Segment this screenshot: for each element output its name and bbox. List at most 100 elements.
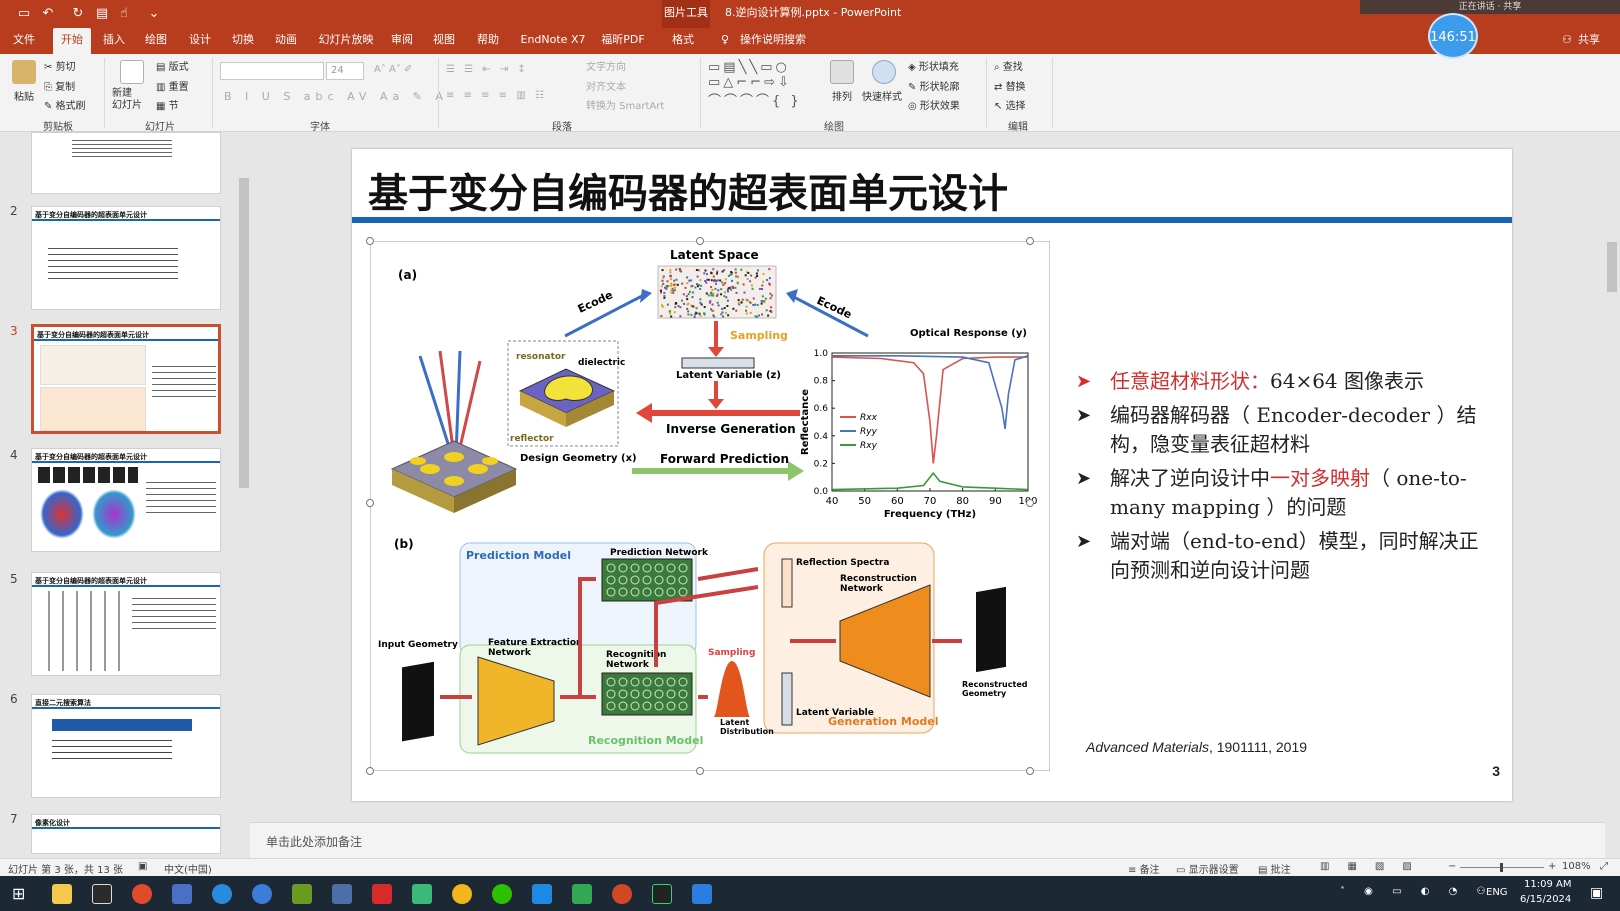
app-red-icon[interactable]	[132, 884, 152, 904]
powerpoint-icon[interactable]	[612, 884, 632, 904]
touch-mode-icon[interactable]: ☝	[116, 6, 132, 22]
notes-placeholder[interactable]: 单击此处添加备注	[266, 833, 362, 850]
thumbnail-6[interactable]: 直接二元搜索算法	[31, 694, 221, 798]
figure-image[interactable]: (a) Latent Space Ecode Ecode Sampling La…	[370, 241, 1050, 771]
shape-outline-button[interactable]: ✎ 形状轮廓	[908, 78, 960, 93]
shape-fill-button[interactable]: ◈ 形状填充	[908, 58, 959, 73]
quick-styles-button[interactable]: 快速样式	[862, 88, 902, 103]
app-photos-icon[interactable]	[692, 884, 712, 904]
thumbnail-4[interactable]: 基于变分自编码器的超表面单元设计	[31, 448, 221, 552]
tab-view[interactable]: 视图	[428, 28, 460, 54]
font-format-buttons[interactable]: B I U S abc AV Aa ✎ A	[224, 90, 448, 103]
thumbnail-2[interactable]: 基于变分自编码器的超表面单元设计	[31, 206, 221, 310]
slide-title[interactable]: 基于变分自编码器的超表面单元设计	[368, 161, 1008, 219]
replace-button[interactable]: ⇄ 替换	[994, 78, 1026, 93]
tab-foxit-pdf[interactable]: 福昕PDF	[598, 28, 648, 54]
copy-button[interactable]: ⎘ 复制	[44, 78, 75, 93]
pycharm-icon[interactable]	[652, 884, 672, 904]
arrange-icon[interactable]	[830, 60, 854, 84]
resize-handle[interactable]	[366, 499, 374, 507]
shape-effects-button[interactable]: ◎ 形状效果	[908, 97, 960, 112]
grow-font-icon[interactable]: A˄ A˅ ✐	[374, 64, 412, 75]
undo-icon[interactable]: ↶	[40, 6, 56, 22]
slide-scrollbar[interactable]	[1604, 132, 1620, 822]
app-green-icon[interactable]	[412, 884, 432, 904]
font-size-box[interactable]: 24	[326, 62, 364, 80]
thumbnail-3-active[interactable]: 基于变分自编码器的超表面单元设计	[31, 324, 221, 434]
input-language[interactable]: ENG	[1486, 887, 1508, 898]
app-s-icon[interactable]	[252, 884, 272, 904]
quick-styles-icon[interactable]	[872, 60, 896, 84]
thumbnail-7[interactable]: 像素化设计	[31, 814, 221, 854]
app-network-icon[interactable]	[332, 884, 352, 904]
meeting-banner[interactable]: 正在讲话 · 共享	[1360, 0, 1620, 14]
text-direction-button[interactable]: 文字方向	[586, 58, 626, 73]
tab-insert[interactable]: 插入	[98, 28, 130, 54]
zoom-slider-thumb[interactable]	[1500, 863, 1503, 872]
bullet-list[interactable]: ➤ 任意超材料形状：64×64 图像表示 ➤ 编码器解码器（ Encoder-d…	[1076, 367, 1496, 590]
new-slide-button[interactable]: 新建 幻灯片	[112, 88, 142, 112]
app-lambda-icon[interactable]	[292, 884, 312, 904]
tab-review[interactable]: 审阅	[386, 28, 418, 54]
app-x-icon[interactable]	[92, 884, 112, 904]
meeting-timer[interactable]: 146:51	[1428, 13, 1478, 59]
resize-handle[interactable]	[366, 767, 374, 775]
thumbnail-scrollbar[interactable]	[238, 138, 250, 858]
zoom-out-button[interactable]: −	[1448, 861, 1456, 872]
system-tray-icons[interactable]: ˄ ◉ ▭ ◐ ◔ ⚇	[1340, 886, 1493, 897]
shapes-gallery[interactable]: ▭▤╲╲▭○ ▭△⌐⌐⇨⇩ ⌒⌒⌒⌒{ }	[708, 60, 802, 109]
align-text-button[interactable]: 对齐文本	[586, 78, 626, 93]
comments-button[interactable]: ▤ 批注	[1258, 861, 1291, 876]
scrollbar-thumb[interactable]	[239, 178, 249, 488]
view-buttons[interactable]: ▥▦▧▨	[1320, 861, 1430, 872]
wechat-icon[interactable]	[492, 884, 512, 904]
layout-button[interactable]: ▤ 版式	[156, 58, 189, 73]
paste-label[interactable]: 粘贴	[14, 88, 34, 103]
tell-me-search[interactable]: 操作说明搜索	[738, 28, 808, 54]
convert-smartart-button[interactable]: 转换为 SmartArt	[586, 97, 664, 112]
notes-toggle[interactable]: ≡ 备注	[1128, 861, 1160, 876]
section-button[interactable]: ▦ 节	[156, 97, 179, 112]
spreadsheet-icon[interactable]	[572, 884, 592, 904]
language-indicator[interactable]: 中文(中国)	[164, 861, 212, 876]
youdao-icon[interactable]	[372, 884, 392, 904]
tab-animations[interactable]: 动画	[270, 28, 302, 54]
cut-button[interactable]: ✂ 剪切	[44, 58, 76, 73]
file-explorer-icon[interactable]	[52, 884, 72, 904]
windows-start-icon[interactable]: ⊞	[12, 884, 25, 903]
tab-draw[interactable]: 绘图	[140, 28, 172, 54]
resize-handle[interactable]	[696, 237, 704, 245]
paste-icon[interactable]	[12, 60, 36, 84]
resize-handle[interactable]	[1026, 767, 1034, 775]
tab-design[interactable]: 设计	[184, 28, 216, 54]
clock-time[interactable]: 11:09 AM	[1524, 879, 1571, 890]
zoom-in-button[interactable]: +	[1548, 861, 1556, 872]
redo-icon[interactable]: ↻	[70, 6, 86, 22]
resize-handle[interactable]	[366, 237, 374, 245]
font-name-box[interactable]	[220, 62, 324, 80]
tab-slideshow[interactable]: 幻灯片放映	[316, 28, 376, 54]
customize-toolbar-icon[interactable]: ⌄	[146, 6, 162, 22]
slide-canvas[interactable]: 基于变分自编码器的超表面单元设计 (a) Latent Space Ecode …	[352, 149, 1512, 801]
scrollbar-thumb[interactable]	[1607, 242, 1617, 292]
notifications-icon[interactable]: ▣	[1590, 885, 1603, 901]
zoom-level[interactable]: 108%	[1562, 861, 1591, 872]
notes-pane[interactable]: 单击此处添加备注	[250, 822, 1605, 858]
align-buttons[interactable]: ≡ ≡ ≡ ≡ ▥ ☷	[446, 90, 547, 101]
format-painter-button[interactable]: ✎ 格式刷	[44, 97, 86, 112]
thumbnail-1[interactable]	[31, 132, 221, 194]
select-button[interactable]: ↖ 选择	[994, 97, 1026, 112]
display-settings-button[interactable]: ▭ 显示器设置	[1176, 861, 1239, 876]
tab-help[interactable]: 帮助	[472, 28, 504, 54]
thumbnail-5[interactable]: 基于变分自编码器的超表面单元设计	[31, 572, 221, 676]
spellcheck-icon[interactable]: ▣	[138, 861, 147, 872]
arrange-button[interactable]: 排列	[832, 88, 852, 103]
tab-home[interactable]: 开始	[53, 28, 91, 54]
resize-handle[interactable]	[1026, 237, 1034, 245]
tab-file[interactable]: 文件	[8, 28, 40, 54]
find-button[interactable]: ⌕ 查找	[994, 58, 1023, 73]
tab-endnote[interactable]: EndNote X7	[518, 28, 588, 54]
app-blue-icon[interactable]	[172, 884, 192, 904]
resize-handle[interactable]	[696, 767, 704, 775]
fit-slide-icon[interactable]: ⤢	[1600, 861, 1608, 872]
